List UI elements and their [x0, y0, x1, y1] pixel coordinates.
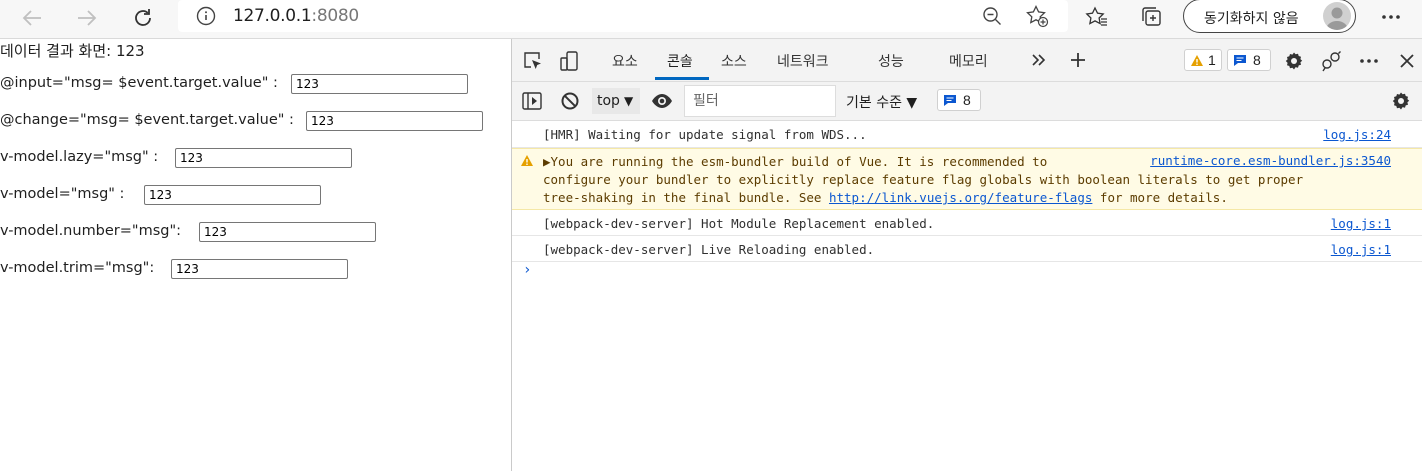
- page-content: 데이터 결과 화면: 123 @input="msg= $event.targe…: [0, 39, 511, 471]
- v-model-lazy-field[interactable]: [175, 148, 352, 168]
- refresh-button[interactable]: [126, 3, 160, 33]
- browser-toolbar: 127.0.0.1:8080 동기화하지 않음: [0, 0, 1422, 39]
- warning-icon: [520, 154, 534, 167]
- add-tab-icon[interactable]: [1067, 49, 1089, 71]
- clear-console-icon[interactable]: [559, 90, 581, 112]
- warning-line-3-suffix: for more details.: [1092, 190, 1228, 205]
- row-label: v-model.lazy="msg" :: [0, 149, 159, 165]
- more-menu-icon[interactable]: [1376, 3, 1406, 31]
- site-info-icon[interactable]: [196, 6, 216, 26]
- eye-icon[interactable]: [650, 90, 674, 112]
- row-label: v-model.trim="msg":: [0, 260, 155, 276]
- source-link[interactable]: log.js:1: [1331, 216, 1391, 231]
- console-warning: ▶You are running the esm-bundler build o…: [512, 148, 1422, 210]
- console-message: [webpack-dev-server] Hot Module Replacem…: [512, 210, 1422, 236]
- sync-label: 동기화하지 않음: [1204, 11, 1299, 27]
- v-model-trim-field[interactable]: [171, 259, 348, 279]
- source-link[interactable]: log.js:24: [1323, 127, 1391, 142]
- arrow-right-icon: [78, 10, 97, 26]
- tab-performance[interactable]: 성능: [878, 51, 904, 71]
- console-settings-gear-icon[interactable]: [1390, 90, 1412, 112]
- warning-badge[interactable]: 1: [1184, 49, 1222, 71]
- console-message: [webpack-dev-server] Live Reloading enab…: [512, 236, 1422, 262]
- input-event-field[interactable]: [291, 74, 468, 94]
- tab-elements[interactable]: 요소: [612, 51, 638, 71]
- message-count: 8: [1253, 52, 1261, 68]
- messages-badge[interactable]: 8: [1227, 49, 1271, 71]
- sidebar-toggle-icon[interactable]: [521, 90, 543, 112]
- message-icon: [944, 94, 956, 106]
- close-icon[interactable]: [1395, 49, 1419, 73]
- warning-line-1: ▶You are running the esm-bundler build o…: [543, 154, 1048, 169]
- zoom-out-icon[interactable]: [979, 4, 1005, 28]
- tab-network[interactable]: 네트워크: [777, 51, 829, 71]
- sync-profile-button[interactable]: 동기화하지 않음: [1183, 0, 1356, 33]
- devtools-panel: 요소 콘솔 소스 네트워크 성능 메모리 1 8 top ▼ 필터 기본 수준 …: [511, 39, 1422, 471]
- console-message-count: 8: [963, 92, 971, 108]
- message-text: [webpack-dev-server] Hot Module Replacem…: [543, 216, 935, 231]
- row-label: v-model.number="msg":: [0, 223, 182, 239]
- row-label: @input="msg= $event.target.value" :: [0, 75, 278, 91]
- tab-console[interactable]: 콘솔: [667, 51, 693, 71]
- source-link[interactable]: log.js:1: [1331, 242, 1391, 257]
- change-event-field[interactable]: [306, 111, 483, 131]
- tab-memory[interactable]: 메모리: [949, 51, 988, 71]
- context-label: top: [597, 93, 620, 109]
- address-host: 127.0.0.1: [233, 6, 312, 26]
- device-toolbar-icon[interactable]: [557, 49, 581, 73]
- feature-flags-link[interactable]: http://link.vuejs.org/feature-flags: [829, 190, 1092, 205]
- chevron-down-icon: ▼: [623, 94, 634, 108]
- message-icon: [1234, 54, 1246, 66]
- v-model-number-field[interactable]: [199, 222, 376, 242]
- add-favorite-icon[interactable]: [1024, 4, 1050, 28]
- collections-icon[interactable]: [1137, 3, 1167, 31]
- console-prompt[interactable]: ›: [523, 262, 531, 278]
- connected-devices-icon[interactable]: [1319, 49, 1343, 73]
- inspect-element-icon[interactable]: [521, 49, 545, 73]
- tab-sources[interactable]: 소스: [721, 51, 747, 71]
- source-link[interactable]: runtime-core.esm-bundler.js:3540: [1150, 153, 1391, 168]
- address-url[interactable]: 127.0.0.1:8080: [233, 6, 359, 26]
- person-icon: [1326, 7, 1348, 30]
- devtools-more-icon[interactable]: [1357, 49, 1381, 73]
- message-text: [HMR] Waiting for update signal from WDS…: [543, 127, 867, 142]
- console-toolbar: top▼ 기본 수준 ▼ 8: [512, 82, 1422, 121]
- warning-count: 1: [1208, 52, 1216, 68]
- row-label: v-model="msg" :: [0, 186, 125, 202]
- active-tab-indicator: [655, 77, 709, 80]
- console-message: [HMR] Waiting for update signal from WDS…: [512, 121, 1422, 148]
- warning-line-3-prefix: tree-shaking in the final bundle. See: [543, 190, 829, 205]
- back-button[interactable]: [15, 3, 49, 33]
- avatar: [1323, 2, 1351, 30]
- log-level-select[interactable]: 기본 수준 ▼: [846, 92, 917, 112]
- warning-icon: [1191, 54, 1203, 66]
- page-title: 데이터 결과 화면: 123: [0, 42, 145, 60]
- console-filter-input[interactable]: [684, 85, 836, 117]
- context-select[interactable]: top ▼: [592, 88, 640, 114]
- address-bar[interactable]: 127.0.0.1:8080: [178, 0, 1068, 32]
- v-model-field[interactable]: [144, 185, 321, 205]
- more-tabs-icon[interactable]: [1028, 49, 1050, 71]
- address-port: :8080: [311, 6, 359, 26]
- favorites-icon[interactable]: [1082, 3, 1112, 31]
- row-label: @change="msg= $event.target.value" :: [0, 112, 294, 128]
- arrow-left-icon: [22, 10, 41, 26]
- console-messages-badge[interactable]: 8: [937, 89, 981, 111]
- refresh-icon: [135, 9, 151, 26]
- warning-line-2: configure your bundler to explicitly rep…: [543, 172, 1304, 187]
- settings-gear-icon[interactable]: [1282, 49, 1306, 73]
- forward-button[interactable]: [70, 3, 104, 33]
- devtools-tab-bar: 요소 콘솔 소스 네트워크 성능 메모리 1 8: [512, 39, 1422, 82]
- message-text: [webpack-dev-server] Live Reloading enab…: [543, 242, 875, 257]
